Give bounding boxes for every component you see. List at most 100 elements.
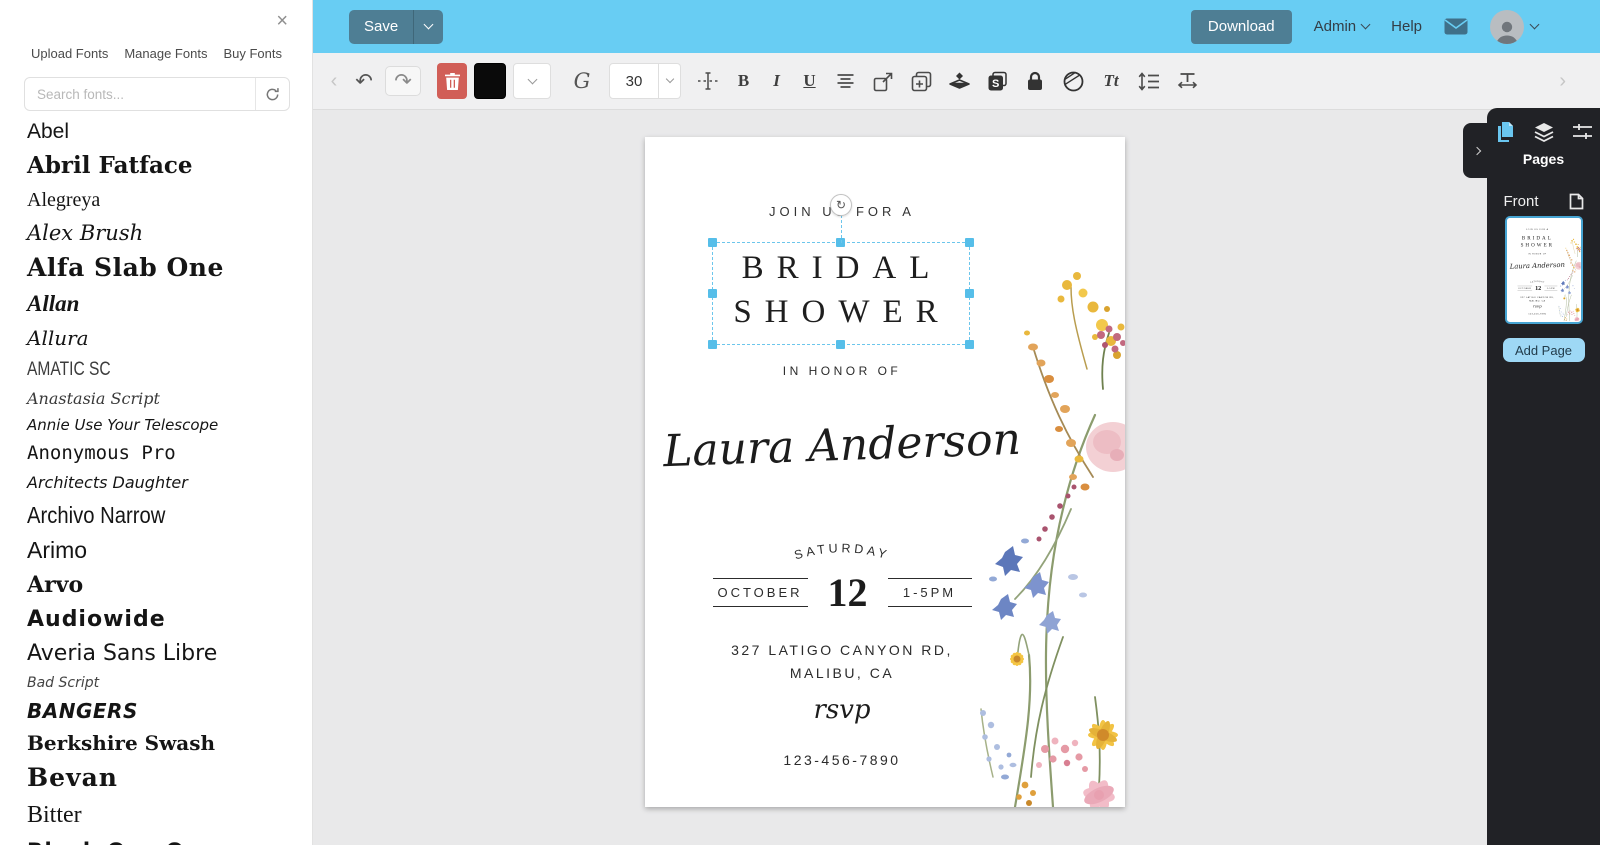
font-size-value[interactable]: 30 [609, 63, 659, 99]
font-option[interactable]: Anonymous Pro [27, 443, 312, 465]
font-option[interactable]: Bevan [27, 764, 312, 793]
font-panel: × Upload Fonts Manage Fonts Buy Fonts Ab… [0, 0, 313, 845]
stroke-color-dropdown[interactable] [513, 63, 551, 99]
font-option[interactable]: Averia Sans Libre [27, 641, 312, 666]
toolbar: ‹ ↶ ↷ G 30 B I U S Tt › [313, 53, 1600, 110]
font-option[interactable]: Alfa Slab One [27, 253, 312, 283]
close-icon[interactable]: × [276, 8, 288, 34]
font-size-dropdown[interactable] [659, 63, 681, 99]
duplicate-button[interactable] [902, 71, 940, 92]
invitation-card[interactable]: JOIN US FOR A BRIDAL SHOWER IN HONOR OF … [645, 137, 1125, 807]
layers-tab-icon[interactable] [1532, 121, 1556, 142]
letter-spacing-button[interactable] [689, 70, 727, 92]
selection-handle[interactable] [708, 288, 717, 298]
save-dropdown-button[interactable] [413, 9, 443, 44]
font-option[interactable]: Arvo [27, 572, 312, 598]
font-search-input[interactable] [25, 86, 255, 102]
app-window: × Upload Fonts Manage Fonts Buy Fonts Ab… [0, 0, 1600, 845]
tab-buy-fonts[interactable]: Buy Fonts [223, 46, 282, 61]
font-option[interactable]: Anastasia Script [27, 389, 312, 408]
text-month[interactable]: OCTOBER [712, 578, 808, 607]
pages-panel-title: Pages [1522, 151, 1565, 167]
opacity-button[interactable] [1054, 71, 1092, 92]
selection-overlay: ↻ [708, 194, 974, 349]
underline-button[interactable]: U [793, 71, 826, 91]
rotate-stem [841, 215, 842, 243]
styles-button[interactable]: S [978, 71, 1016, 92]
font-option[interactable]: Archivo Narrow [27, 502, 278, 528]
tab-upload-fonts[interactable]: Upload Fonts [31, 46, 108, 61]
help-link[interactable]: Help [1391, 18, 1422, 35]
selection-handle[interactable] [708, 340, 717, 349]
svg-text:SATURDAY: SATURDAY [793, 541, 892, 562]
font-option[interactable]: Alex Brush [27, 221, 312, 245]
svg-text:S: S [992, 78, 999, 90]
font-option[interactable]: Abel [27, 120, 312, 144]
duplicate-page-icon[interactable] [1569, 193, 1584, 210]
font-option[interactable]: Black Ops One [27, 839, 312, 845]
font-family-button[interactable]: G [567, 69, 597, 93]
font-option[interactable]: Architects Daughter [27, 473, 312, 492]
settings-sliders-icon[interactable] [1571, 121, 1595, 142]
bold-button[interactable]: B [727, 71, 760, 91]
font-option[interactable]: Bad Script [27, 675, 312, 691]
font-option[interactable]: Audiowide [27, 607, 312, 632]
text-width-button[interactable] [1168, 72, 1206, 90]
add-page-button[interactable]: Add Page [1502, 338, 1585, 362]
font-option[interactable]: Allura [27, 326, 312, 350]
font-size-control: 30 [609, 63, 681, 99]
mail-icon[interactable] [1444, 18, 1468, 35]
svg-text:SATURDAY: SATURDAY [1529, 280, 1544, 284]
tab-manage-fonts[interactable]: Manage Fonts [124, 46, 207, 61]
font-option[interactable]: BANGERS [27, 700, 312, 723]
lock-button[interactable] [1016, 71, 1054, 91]
font-option[interactable]: Abril Fatface [27, 152, 312, 179]
italic-button[interactable]: I [760, 71, 793, 91]
font-option[interactable]: Arimo [27, 537, 312, 563]
font-option[interactable]: Berkshire Swash [27, 732, 312, 755]
layer-order-button[interactable] [940, 71, 978, 92]
align-center-button[interactable] [826, 73, 864, 89]
font-option[interactable]: Allan [27, 291, 312, 317]
page-label-row: Front [1504, 193, 1584, 210]
admin-menu[interactable]: Admin [1314, 18, 1371, 35]
save-button-label[interactable]: Save [349, 10, 413, 44]
fill-color-swatch[interactable] [474, 63, 506, 99]
text-case-button[interactable]: Tt [1092, 71, 1130, 91]
font-option[interactable]: Annie Use Your Telescope [27, 416, 312, 434]
save-button[interactable]: Save [349, 9, 444, 44]
pages-panel: Pages Front JOIN US FOR A BRIDAL SHOWER … [1463, 108, 1600, 845]
panel-icon-row [1487, 108, 1600, 142]
selection-handle[interactable] [836, 340, 845, 349]
resize-button[interactable] [864, 71, 902, 92]
selection-handle[interactable] [965, 340, 974, 349]
delete-button[interactable] [437, 63, 467, 99]
selection-handle[interactable] [965, 288, 974, 298]
chevron-down-icon [665, 74, 674, 84]
avatar [1490, 9, 1524, 44]
selection-handle[interactable] [965, 238, 974, 247]
text-date-number[interactable]: 12 [828, 569, 868, 616]
font-option[interactable]: Alegreya [27, 189, 312, 212]
account-menu[interactable] [1490, 9, 1540, 44]
selection-handle[interactable] [708, 238, 717, 247]
download-button[interactable]: Download [1190, 9, 1292, 44]
pages-tab-icon[interactable] [1493, 121, 1517, 142]
font-option[interactable]: Bitter [27, 802, 312, 830]
font-option[interactable]: AMATIC SC [27, 359, 261, 381]
chevron-down-icon [423, 19, 434, 30]
toolbar-scroll-left-icon[interactable]: ‹ [321, 70, 347, 93]
refresh-icon[interactable] [255, 78, 289, 110]
undo-button[interactable]: ↶ [347, 69, 381, 94]
line-height-button[interactable] [1130, 71, 1168, 91]
chevron-right-icon [1472, 146, 1482, 155]
wildflower-artwork[interactable] [975, 137, 1125, 807]
panel-collapse-tab[interactable] [1463, 123, 1489, 178]
topbar-right-group: Download Admin Help [1190, 9, 1600, 44]
rotate-handle[interactable]: ↻ [830, 194, 852, 216]
page-thumbnail[interactable]: JOIN US FOR A BRIDAL SHOWER IN HONOR OF … [1504, 216, 1583, 324]
invitation-card[interactable]: JOIN US FOR A BRIDAL SHOWER IN HONOR OF … [1506, 218, 1581, 322]
text-time[interactable]: 1-5PM [887, 578, 972, 607]
toolbar-scroll-right-icon[interactable]: › [1559, 70, 1566, 93]
redo-button[interactable]: ↷ [385, 66, 421, 96]
